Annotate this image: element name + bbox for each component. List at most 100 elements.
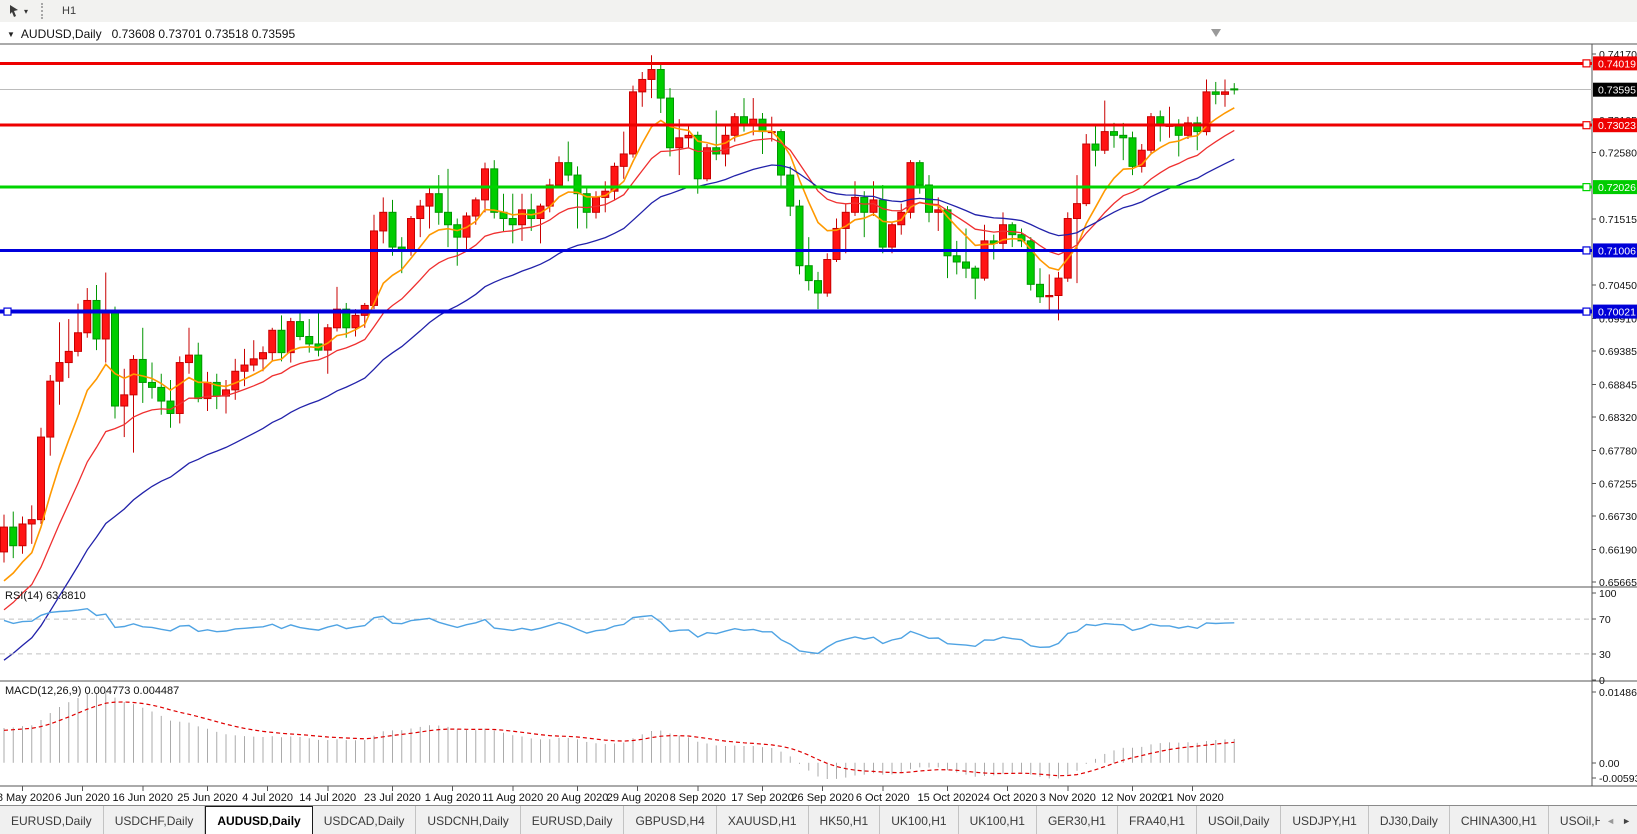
price-tick-label: 0.66190 [1599,544,1637,556]
chart-tab-usdjpy-h1[interactable]: USDJPY,H1 [1281,806,1368,834]
line-handle[interactable] [1583,308,1590,315]
macd-axis-label: -0.005938 [1599,773,1637,785]
tab-scroll-right-icon[interactable]: ► [1622,816,1631,826]
price-badge-label: 0.72026 [1598,182,1636,194]
chart-tab-china300-h1[interactable]: CHINA300,H1 [1450,806,1549,834]
line-handle[interactable] [1583,247,1590,254]
date-label: 12 Nov 2020 [1101,792,1163,804]
horizontal-line-0.74019[interactable] [0,60,1592,67]
chart-canvas[interactable]: 0.741700.731050.725800.715150.704500.699… [0,22,1637,805]
chart-tab-uk100-h1[interactable]: UK100,H1 [959,806,1037,834]
price-tick-label: 0.72580 [1599,148,1637,160]
candle-body [121,395,128,406]
date-label: 16 Jun 2020 [112,792,173,804]
date-label: 17 Sep 2020 [731,792,793,804]
price-badge-label: 0.74019 [1598,58,1636,70]
horizontal-line-0.73023[interactable] [0,122,1592,129]
charts-toolbar-button[interactable]: ▾ [4,3,31,19]
timeframes-toolbar: ▾ M1M5M15M30H1H4D1W1MN [0,0,1637,23]
line-handle[interactable] [1583,60,1590,67]
price-tick-label: 0.68845 [1599,380,1637,392]
chart-tab-usoil-h1[interactable]: USOil,H1 [1549,806,1600,834]
candle-body [620,154,627,166]
candle-body [509,219,516,225]
date-label: 1 Aug 2020 [425,792,481,804]
objects-dropdown-icon[interactable]: ▼ [7,30,15,39]
cursor-pointer-icon [7,4,21,18]
date-label: 8 Sep 2020 [670,792,726,804]
candle-body [408,219,415,250]
candle-body [232,371,239,390]
candle-body [139,359,146,382]
horizontal-line-0.70021[interactable] [0,308,1592,315]
mt4-terminal: ▾ M1M5M15M30H1H4D1W1MN 0.741700.731050.7… [0,0,1637,834]
candle-body [260,353,267,359]
horizontal-line-0.72026[interactable] [0,184,1592,191]
candle-body [93,300,100,338]
candle-body [1074,204,1081,219]
chart-tab-ger30-h1[interactable]: GER30,H1 [1037,806,1118,834]
chart-window[interactable]: 0.741700.731050.725800.715150.704500.699… [0,22,1637,805]
line-handle[interactable] [4,308,11,315]
candle-body [722,135,729,154]
line-handle[interactable] [1583,184,1590,191]
chart-tab-fra40-h1[interactable]: FRA40,H1 [1118,806,1197,834]
date-label: 24 Oct 2020 [978,792,1038,804]
price-badge: 0.70021 [1593,305,1637,319]
chart-tab-hk50-h1[interactable]: HK50,H1 [809,806,881,834]
date-label: 20 Aug 2020 [547,792,609,804]
candle-body [297,322,304,337]
rsi-line [4,609,1234,654]
date-label: 21 Nov 2020 [1161,792,1223,804]
chart-tab-dj30-daily[interactable]: DJ30,Daily [1369,806,1450,834]
price-tick-label: 0.69385 [1599,346,1637,358]
candle-body [102,313,109,339]
chart-tab-usdcad-daily[interactable]: USDCAD,Daily [313,806,417,834]
price-tick-label: 0.67255 [1599,478,1637,490]
tab-scroll-left-icon[interactable]: ◄ [1606,816,1615,826]
chart-tab-usdcnh-daily[interactable]: USDCNH,Daily [416,806,520,834]
toolbar-grip[interactable] [41,3,43,19]
rsi-axis-label: 30 [1599,649,1611,661]
candle-body [889,225,896,247]
date-label: 11 Aug 2020 [482,792,543,804]
candle-body [898,212,905,224]
candle-body [639,79,646,91]
chart-tab-audusd-daily[interactable]: AUDUSD,Daily [205,806,312,834]
candle-body [149,382,156,387]
candle-body [435,194,442,213]
candle-body [1148,117,1155,151]
candle-body [195,355,202,398]
rsi-axis-label: 0 [1599,675,1605,687]
chart-tab-eurusd-daily[interactable]: EURUSD,Daily [521,806,625,834]
chart-tab-xauusd-h1[interactable]: XAUUSD,H1 [717,806,809,834]
candle-body [796,206,803,266]
candle-body [112,313,119,406]
rsi-indicator-label: RSI(14) 63.8810 [5,590,86,602]
candle-body [648,70,655,80]
date-label: 29 Aug 2020 [607,792,669,804]
chart-tab-gbpusd-h4[interactable]: GBPUSD,H4 [624,806,716,834]
rsi-axis-label: 70 [1599,614,1611,626]
date-label: 23 Jul 2020 [364,792,421,804]
candle-body [916,163,923,185]
candle-body [935,210,942,212]
chart-tab-usoil-daily[interactable]: USOil,Daily [1197,806,1281,834]
chart-tab-usdchf-daily[interactable]: USDCHF,Daily [104,806,206,834]
candle-body [28,520,35,524]
candle-body [380,212,387,231]
candle-body [565,163,572,175]
date-label: 28 May 2020 [0,792,54,804]
candle-body [1231,89,1238,90]
chart-tab-eurusd-daily[interactable]: EURUSD,Daily [0,806,104,834]
chart-title: ▼ AUDUSD,Daily 0.73608 0.73701 0.73518 0… [7,27,295,41]
chart-tab-uk100-h1[interactable]: UK100,H1 [880,806,958,834]
timeframe-button-h1[interactable]: H1 [52,1,93,21]
candle-body [593,197,600,212]
candle-body [787,175,794,206]
date-label: 4 Jul 2020 [242,792,293,804]
line-handle[interactable] [1583,122,1590,129]
candle-body [1111,132,1118,136]
candle-body [491,169,498,212]
candle-body [130,359,137,394]
